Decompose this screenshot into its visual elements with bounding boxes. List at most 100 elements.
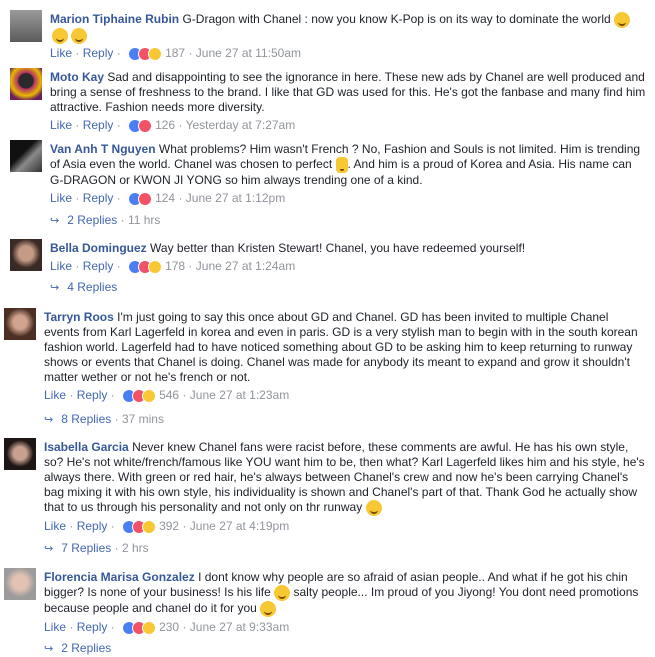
view-replies-link[interactable]: ↪ 8 Replies · 37 mins (44, 411, 164, 427)
reactions-summary[interactable] (128, 258, 163, 274)
timestamp[interactable]: June 27 at 4:19pm (190, 519, 289, 533)
avatar[interactable] (10, 140, 42, 172)
reply-arrow-icon: ↪ (44, 414, 54, 426)
separator: · (120, 213, 125, 227)
like-link[interactable]: Like (50, 259, 72, 273)
separator: · (116, 46, 121, 60)
separator: · (114, 541, 119, 555)
view-replies-link[interactable]: ↪ 2 Replies · 11 hrs (50, 212, 160, 228)
separator: · (116, 118, 121, 132)
reply-link[interactable]: Reply (77, 620, 108, 634)
timestamp[interactable]: June 27 at 11:50am (196, 46, 301, 60)
separator: · (75, 118, 80, 132)
reactions-summary[interactable] (122, 387, 157, 403)
separator: · (116, 259, 121, 273)
separator: · (75, 259, 80, 273)
avatar[interactable] (10, 239, 42, 271)
smile-emoji-icon (274, 585, 291, 601)
separator: · (182, 388, 187, 402)
like-link[interactable]: Like (44, 388, 66, 402)
avatar[interactable] (4, 308, 36, 340)
separator: · (110, 388, 115, 402)
replies-count[interactable]: 2 Replies (61, 641, 111, 655)
avatar[interactable] (10, 10, 42, 42)
separator: · (110, 519, 115, 533)
separator: · (178, 191, 183, 205)
replies-count[interactable]: 4 Replies (67, 280, 117, 294)
comment-text: Way better than Kristen Stewart! Chanel,… (150, 241, 526, 255)
reaction-count: 126 (155, 118, 176, 132)
wow-reaction-icon (142, 519, 157, 534)
view-replies-link[interactable]: ↪ 4 Replies (50, 279, 117, 295)
separator: · (69, 519, 74, 533)
separator: · (75, 46, 80, 60)
reply-arrow-icon: ↪ (44, 643, 54, 655)
comment-author[interactable]: Bella Dominguez (50, 241, 147, 255)
reply-link[interactable]: Reply (77, 519, 108, 533)
reply-arrow-icon: ↪ (44, 543, 54, 555)
like-link[interactable]: Like (50, 191, 72, 205)
timestamp[interactable]: Yesterday at 7:27am (186, 118, 296, 132)
reply-link[interactable]: Reply (83, 118, 114, 132)
comment-author[interactable]: Marion Tiphaine Rubin (50, 12, 179, 26)
timestamp[interactable]: June 27 at 9:33am (190, 620, 289, 634)
reactions-summary[interactable] (128, 190, 153, 206)
replies-count[interactable]: 8 Replies (61, 412, 111, 426)
avatar[interactable] (10, 68, 42, 100)
smile-emoji-icon (260, 601, 277, 617)
separator: · (116, 191, 121, 205)
separator: · (188, 46, 193, 60)
timestamp[interactable]: June 27 at 1:24am (196, 259, 295, 273)
avatar[interactable] (4, 568, 36, 600)
like-link[interactable]: Like (44, 519, 66, 533)
like-link[interactable]: Like (50, 118, 72, 132)
view-replies-link[interactable]: ↪ 7 Replies · 2 hrs (44, 540, 149, 556)
replies-count[interactable]: 2 Replies (67, 213, 117, 227)
comment-author[interactable]: Isabella Garcia (44, 440, 129, 454)
reply-arrow-icon: ↪ (50, 282, 60, 294)
smile-emoji-icon (365, 500, 382, 516)
reactions-summary[interactable] (128, 117, 153, 133)
love-reaction-icon (138, 191, 153, 206)
reaction-count: 187 (165, 46, 186, 60)
reaction-count: 546 (159, 388, 180, 402)
replies-time: 11 hrs (127, 213, 161, 227)
comment-text: G-Dragon with Chanel : now you know K-Po… (182, 12, 611, 27)
reply-link[interactable]: Reply (83, 191, 114, 205)
reply-link[interactable]: Reply (83, 46, 114, 60)
separator: · (182, 620, 187, 634)
separator: · (69, 388, 74, 402)
reactions-summary[interactable] (128, 45, 163, 61)
love-reaction-icon (138, 118, 153, 133)
comment-author[interactable]: Van Anh T Nguyen (50, 142, 156, 156)
timestamp[interactable]: June 27 at 1:23am (190, 388, 289, 402)
reaction-count: 392 (159, 519, 180, 533)
view-replies-link[interactable]: ↪ 2 Replies (44, 640, 111, 656)
timestamp[interactable]: June 27 at 1:12pm (186, 191, 285, 205)
reply-link[interactable]: Reply (77, 388, 108, 402)
separator: · (182, 519, 187, 533)
wow-reaction-icon (142, 620, 157, 635)
kiss-emoji-icon (71, 28, 88, 44)
separator: · (75, 191, 80, 205)
haha-reaction-icon (148, 259, 163, 274)
reactions-summary[interactable] (122, 518, 157, 534)
like-link[interactable]: Like (44, 620, 66, 634)
reply-arrow-icon: ↪ (50, 215, 60, 227)
like-link[interactable]: Like (50, 46, 72, 60)
laughing-emoji-icon (614, 12, 631, 28)
comment-author[interactable]: Tarryn Roos (44, 310, 114, 324)
separator: · (178, 118, 183, 132)
replies-time: 37 mins (121, 412, 164, 426)
separator: · (110, 620, 115, 634)
reaction-count: 124 (155, 191, 176, 205)
comment-author[interactable]: Florencia Marisa Gonzalez (44, 570, 195, 584)
avatar[interactable] (4, 438, 36, 470)
wow-reaction-icon (142, 388, 157, 403)
replies-count[interactable]: 7 Replies (61, 541, 111, 555)
reply-link[interactable]: Reply (83, 259, 114, 273)
laughing-emoji-icon (52, 28, 68, 44)
reaction-count: 230 (159, 620, 180, 634)
comment-author[interactable]: Moto Kay (50, 70, 104, 84)
reactions-summary[interactable] (122, 619, 157, 635)
